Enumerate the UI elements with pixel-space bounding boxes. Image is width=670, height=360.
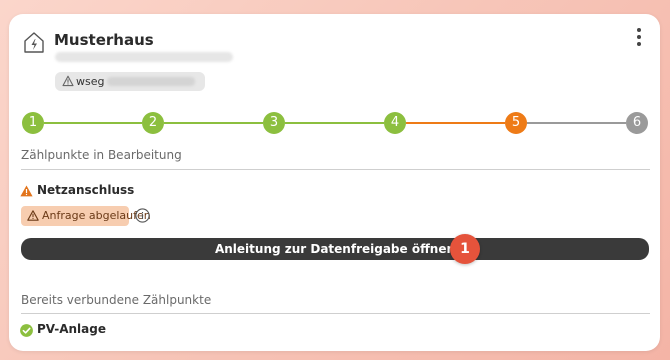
in-progress-heading: Zählpunkte in Bearbeitung xyxy=(21,148,182,162)
stepper-connector xyxy=(527,122,626,124)
step-5[interactable]: 5 xyxy=(505,112,527,134)
address-redacted xyxy=(55,52,233,62)
info-icon[interactable] xyxy=(135,208,150,223)
step-2[interactable]: 2 xyxy=(142,112,164,134)
step-1[interactable]: 1 xyxy=(22,112,44,134)
stepper-connector xyxy=(44,122,142,124)
step-4[interactable]: 4 xyxy=(384,112,406,134)
property-title: Musterhaus xyxy=(54,31,154,49)
stepper-connector xyxy=(285,122,384,124)
more-vertical-icon xyxy=(637,28,641,32)
warning-outline-icon xyxy=(27,210,39,221)
connected-heading: Bereits verbundene Zählpunkte xyxy=(21,293,212,307)
step-marker-badge: 1 xyxy=(450,234,480,264)
chip-redacted xyxy=(107,77,195,86)
check-circle-icon xyxy=(20,324,33,337)
progress-stepper: 1 2 3 4 5 6 xyxy=(9,110,660,136)
warning-outline-icon xyxy=(62,75,74,87)
stepper-connector xyxy=(164,122,263,124)
house-bolt-icon xyxy=(24,32,44,53)
stepper-connector xyxy=(406,122,505,124)
step-6[interactable]: 6 xyxy=(626,112,648,134)
connected-item-pv: PV-Anlage xyxy=(37,322,106,336)
more-options-button[interactable] xyxy=(631,26,647,48)
chip-label: wseg xyxy=(76,75,105,88)
status-badge: Anfrage abgelaufen xyxy=(21,206,151,226)
warning-icon xyxy=(20,185,33,197)
netzanschluss-label: Netzanschluss xyxy=(37,183,135,197)
open-guide-button[interactable]: Anleitung zur Datenfreigabe öffnen xyxy=(21,238,649,260)
section-divider xyxy=(21,313,650,314)
location-chip: wseg xyxy=(55,72,205,91)
section-divider xyxy=(21,169,650,170)
property-card: Musterhaus wseg 1 2 3 4 5 6 Zählpunkte in Bea… xyxy=(9,14,660,351)
step-3[interactable]: 3 xyxy=(263,112,285,134)
